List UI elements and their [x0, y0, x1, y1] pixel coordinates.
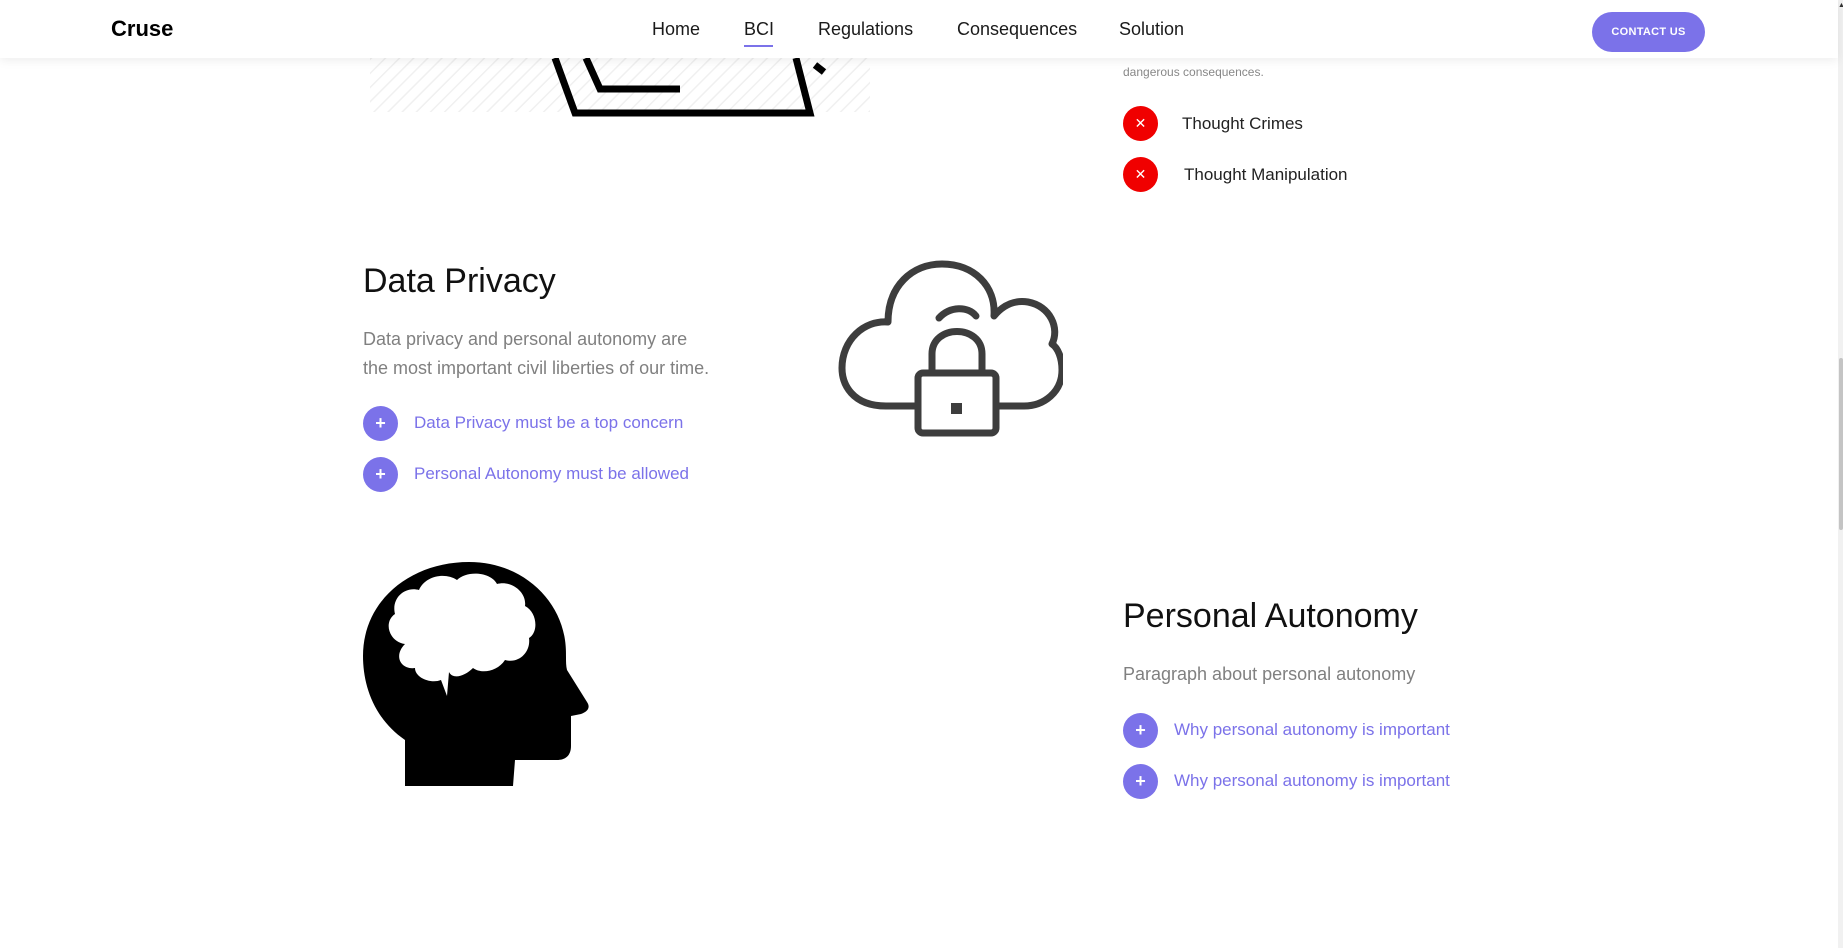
x-icon: ✕: [1123, 106, 1158, 141]
nav-bci[interactable]: BCI: [744, 19, 774, 40]
cloud-lock-icon: [838, 260, 1063, 437]
plus-icon: +: [363, 406, 398, 441]
plus-icon: +: [363, 457, 398, 492]
list-item: Thought Crimes: [1182, 114, 1303, 133]
scroll-up-arrow-icon[interactable]: ▲: [1838, 2, 1843, 9]
data-privacy-paragraph-line-1: Data privacy and personal autonomy are: [363, 329, 688, 349]
list-item[interactable]: Data Privacy must be a top concern: [414, 413, 683, 433]
list-item[interactable]: Why personal autonomy is important: [1174, 771, 1450, 791]
nav-solution[interactable]: Solution: [1119, 19, 1184, 40]
list-item[interactable]: Why personal autonomy is important: [1174, 720, 1450, 740]
personal-autonomy-paragraph: Paragraph about personal autonomy: [1123, 664, 1416, 684]
plus-icon: +: [1123, 713, 1158, 748]
nav-consequences[interactable]: Consequences: [957, 19, 1077, 40]
scrollbar-thumb[interactable]: [1839, 358, 1843, 530]
site-header: Cruse Home BCI Regulations Consequences …: [0, 0, 1838, 58]
contact-us-button[interactable]: CONTACT US: [1592, 12, 1705, 52]
head-brain-icon: [363, 562, 589, 786]
section-caption: dangerous consequences.: [1123, 65, 1264, 79]
nav-home[interactable]: Home: [652, 19, 700, 40]
nav-regulations[interactable]: Regulations: [818, 19, 913, 40]
plus-icon: +: [1123, 764, 1158, 799]
list-item: Thought Manipulation: [1184, 165, 1348, 184]
data-privacy-paragraph-line-2: the most important civil liberties of ou…: [363, 358, 710, 378]
personal-autonomy-title: Personal Autonomy: [1123, 597, 1418, 635]
brand-logo[interactable]: Cruse: [111, 16, 173, 42]
list-item[interactable]: Personal Autonomy must be allowed: [414, 464, 689, 484]
nav-active-indicator: [744, 45, 773, 47]
x-icon: ✕: [1123, 157, 1158, 192]
data-privacy-title: Data Privacy: [363, 262, 556, 300]
